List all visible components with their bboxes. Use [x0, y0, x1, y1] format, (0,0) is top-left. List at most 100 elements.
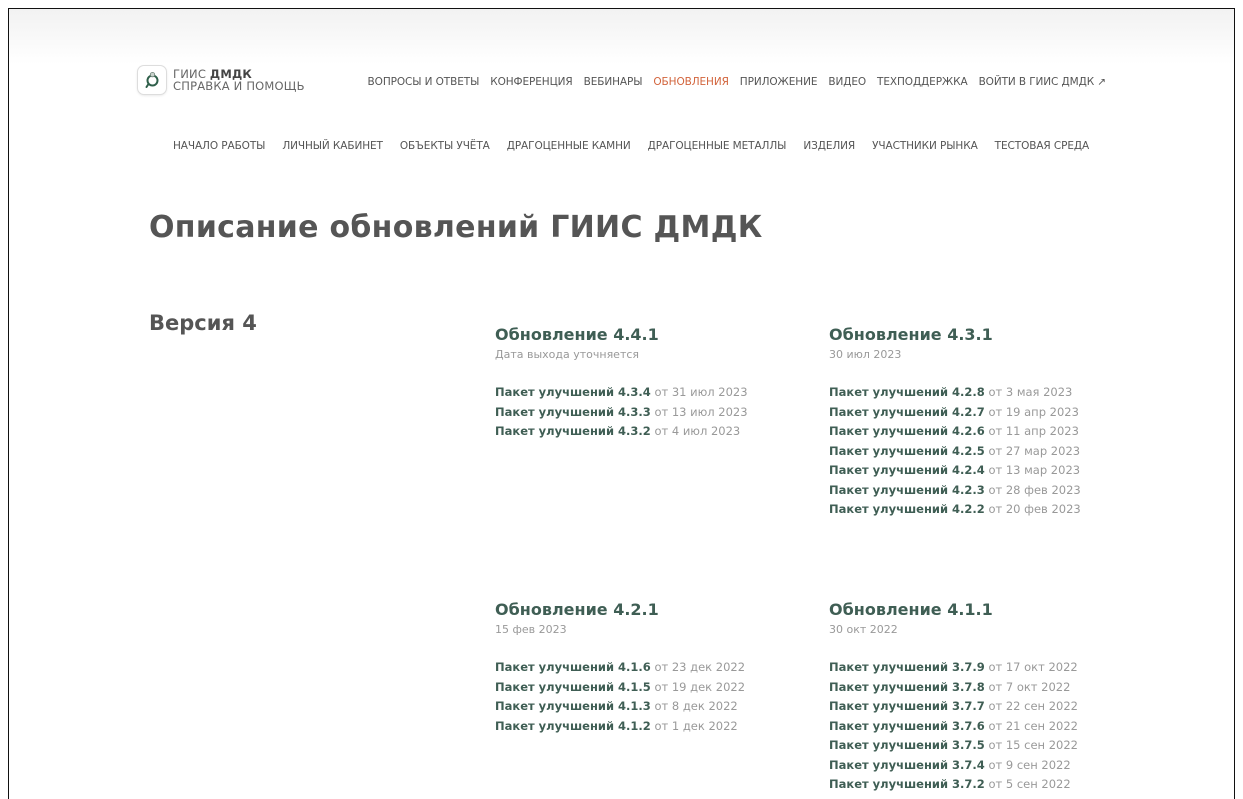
- list-item: Пакет улучшений 4.2.3 от 28 фев 2023: [829, 481, 1129, 501]
- list-item: Пакет улучшений 4.1.3 от 8 дек 2022: [495, 697, 795, 717]
- update-date: Дата выхода уточняется: [495, 348, 640, 361]
- package-date: от 1 дек 2022: [650, 718, 738, 733]
- list-item: Пакет улучшений 4.3.3 от 13 июл 2023: [495, 403, 795, 423]
- site-logo[interactable]: ГИИС ДМДК СПРАВКА И ПОМОЩЬ: [138, 66, 305, 94]
- nav-conference[interactable]: КОНФЕРЕНЦИЯ: [490, 76, 572, 88]
- package-date: от 31 июл 2023: [650, 385, 748, 399]
- subnav-getting-started[interactable]: НАЧАЛО РАБОТЫ: [173, 140, 265, 152]
- list-item: Пакет улучшений 3.7.9 от 17 окт 2022: [829, 658, 1129, 678]
- nav-support[interactable]: ТЕХПОДДЕРЖКА: [877, 76, 968, 88]
- update-title[interactable]: Обновление 4.2.1: [495, 600, 795, 619]
- package-date: от 8 дек 2022: [650, 699, 738, 713]
- update-card-4-3-1: Обновление 4.3.1 30 июл 2023 Пакет улучш…: [829, 325, 1129, 520]
- list-item: Пакет улучшений 3.7.2 от 5 сен 2022: [829, 775, 1129, 795]
- list-item: Пакет улучшений 3.7.5 от 15 сен 2022: [829, 736, 1129, 756]
- package-link[interactable]: Пакет улучшений 4.3.4: [495, 385, 651, 399]
- update-card-4-1-1: Обновление 4.1.1 30 окт 2022 Пакет улучш…: [829, 600, 1129, 795]
- package-link[interactable]: Пакет улучшений 3.7.6: [829, 719, 985, 733]
- package-link[interactable]: Пакет улучшений 4.2.2: [829, 502, 985, 516]
- package-link[interactable]: Пакет улучшений 4.1.6: [495, 660, 651, 674]
- package-date: от 5 сен 2022: [984, 777, 1071, 791]
- package-link[interactable]: Пакет улучшений 4.2.3: [829, 483, 985, 497]
- nav-login[interactable]: ВОЙТИ В ГИИС ДМДК ↗: [979, 76, 1107, 88]
- package-link[interactable]: Пакет улучшений 4.2.6: [829, 424, 985, 438]
- nav-video[interactable]: ВИДЕО: [828, 76, 866, 88]
- package-date: от 11 апр 2023: [984, 424, 1079, 438]
- package-link[interactable]: Пакет улучшений 4.3.3: [495, 405, 651, 419]
- package-date: от 17 окт 2022: [984, 660, 1078, 674]
- package-list: Пакет улучшений 4.3.4 от 31 июл 2023 Пак…: [495, 383, 795, 442]
- subnav-precious-stones[interactable]: ДРАГОЦЕННЫЕ КАМНИ: [507, 140, 631, 152]
- subnav-accounting-objects[interactable]: ОБЪЕКТЫ УЧЁТА: [400, 140, 490, 152]
- list-item: Пакет улучшений 4.2.8 от 3 мая 2023: [829, 383, 1129, 403]
- package-date: от 13 мар 2023: [984, 463, 1081, 477]
- package-date: от 19 дек 2022: [650, 679, 746, 694]
- package-date: от 4 июл 2023: [650, 424, 741, 438]
- logo-line2: СПРАВКА И ПОМОЩЬ: [173, 79, 305, 93]
- list-item: Пакет улучшений 3.7.8 от 7 окт 2022: [829, 678, 1129, 698]
- package-link[interactable]: Пакет улучшений 4.2.7: [829, 405, 985, 419]
- sub-nav: НАЧАЛО РАБОТЫ ЛИЧНЫЙ КАБИНЕТ ОБЪЕКТЫ УЧЁ…: [173, 140, 1106, 152]
- package-link[interactable]: Пакет улучшений 4.1.5: [495, 680, 651, 694]
- package-date: от 9 сен 2022: [984, 757, 1071, 772]
- package-link[interactable]: Пакет улучшений 3.7.2: [829, 777, 985, 791]
- package-date: от 19 апр 2023: [984, 404, 1079, 419]
- subnav-test-environment[interactable]: ТЕСТОВАЯ СРЕДА: [995, 140, 1089, 152]
- package-date: от 22 сен 2022: [984, 699, 1078, 713]
- list-item: Пакет улучшений 3.7.4 от 9 сен 2022: [829, 756, 1129, 776]
- package-list: Пакет улучшений 4.1.6 от 23 дек 2022 Пак…: [495, 658, 795, 736]
- package-link[interactable]: Пакет улучшений 4.1.2: [495, 719, 651, 733]
- list-item: Пакет улучшений 4.2.4 от 13 мар 2023: [829, 461, 1129, 481]
- nav-updates[interactable]: ОБНОВЛЕНИЯ: [653, 76, 729, 88]
- package-list: Пакет улучшений 3.7.9 от 17 окт 2022 Пак…: [829, 658, 1129, 795]
- package-date: от 13 июл 2023: [650, 404, 748, 419]
- list-item: Пакет улучшений 4.3.2 от 4 июл 2023: [495, 422, 795, 442]
- logo-text: ГИИС ДМДК СПРАВКА И ПОМОЩЬ: [173, 68, 305, 92]
- package-link[interactable]: Пакет улучшений 4.2.4: [829, 463, 985, 477]
- update-date: 15 фев 2023: [495, 623, 567, 636]
- top-nav: ВОПРОСЫ И ОТВЕТЫ КОНФЕРЕНЦИЯ ВЕБИНАРЫ ОБ…: [357, 76, 1107, 88]
- list-item: Пакет улучшений 4.1.6 от 23 дек 2022: [495, 658, 795, 678]
- update-title[interactable]: Обновление 4.3.1: [829, 325, 1129, 344]
- version-title: Версия 4: [149, 311, 257, 335]
- list-item: Пакет улучшений 4.1.2 от 1 дек 2022: [495, 717, 795, 737]
- package-link[interactable]: Пакет улучшений 3.7.8: [829, 680, 985, 694]
- update-date: 30 июл 2023: [829, 348, 902, 361]
- subnav-market-participants[interactable]: УЧАСТНИКИ РЫНКА: [872, 140, 978, 152]
- list-item: Пакет улучшений 4.3.4 от 31 июл 2023: [495, 383, 795, 403]
- list-item: Пакет улучшений 4.2.7 от 19 апр 2023: [829, 403, 1129, 423]
- list-item: Пакет улучшений 4.2.2 от 20 фев 2023: [829, 500, 1129, 520]
- package-date: от 27 мар 2023: [984, 443, 1081, 458]
- update-card-4-2-1: Обновление 4.2.1 15 фев 2023 Пакет улучш…: [495, 600, 795, 736]
- package-link[interactable]: Пакет улучшений 3.7.7: [829, 699, 985, 713]
- package-date: от 28 фев 2023: [984, 482, 1081, 497]
- subnav-personal-account[interactable]: ЛИЧНЫЙ КАБИНЕТ: [282, 140, 383, 152]
- nav-app[interactable]: ПРИЛОЖЕНИЕ: [740, 76, 818, 88]
- package-list: Пакет улучшений 4.2.8 от 3 мая 2023 Паке…: [829, 383, 1129, 520]
- package-link[interactable]: Пакет улучшений 3.7.9: [829, 660, 985, 674]
- list-item: Пакет улучшений 4.2.5 от 27 мар 2023: [829, 442, 1129, 462]
- subnav-precious-metals[interactable]: ДРАГОЦЕННЫЕ МЕТАЛЛЫ: [648, 140, 787, 152]
- package-link[interactable]: Пакет улучшений 4.3.2: [495, 424, 651, 438]
- package-date: от 21 сен 2022: [984, 718, 1078, 733]
- package-date: от 7 окт 2022: [984, 679, 1071, 694]
- update-title[interactable]: Обновление 4.1.1: [829, 600, 1129, 619]
- list-item: Пакет улучшений 3.7.7 от 22 сен 2022: [829, 697, 1129, 717]
- subnav-products[interactable]: ИЗДЕЛИЯ: [803, 140, 855, 152]
- list-item: Пакет улучшений 4.1.5 от 19 дек 2022: [495, 678, 795, 698]
- update-card-4-4-1: Обновление 4.4.1 Дата выхода уточняется …: [495, 325, 795, 442]
- package-date: от 23 дек 2022: [650, 660, 746, 674]
- package-link[interactable]: Пакет улучшений 3.7.5: [829, 738, 985, 752]
- package-link[interactable]: Пакет улучшений 4.2.5: [829, 444, 985, 458]
- package-link[interactable]: Пакет улучшений 4.1.3: [495, 699, 651, 713]
- list-item: Пакет улучшений 4.2.6 от 11 апр 2023: [829, 422, 1129, 442]
- nav-questions[interactable]: ВОПРОСЫ И ОТВЕТЫ: [368, 76, 480, 88]
- page-title: Описание обновлений ГИИС ДМДК: [149, 210, 763, 245]
- package-date: от 15 сен 2022: [984, 738, 1078, 752]
- list-item: Пакет улучшений 3.7.6 от 21 сен 2022: [829, 717, 1129, 737]
- logo-ring-icon: [138, 66, 166, 94]
- package-link[interactable]: Пакет улучшений 4.2.8: [829, 385, 985, 399]
- package-link[interactable]: Пакет улучшений 3.7.4: [829, 758, 985, 772]
- update-title[interactable]: Обновление 4.4.1: [495, 325, 795, 344]
- nav-webinars[interactable]: ВЕБИНАРЫ: [584, 76, 643, 88]
